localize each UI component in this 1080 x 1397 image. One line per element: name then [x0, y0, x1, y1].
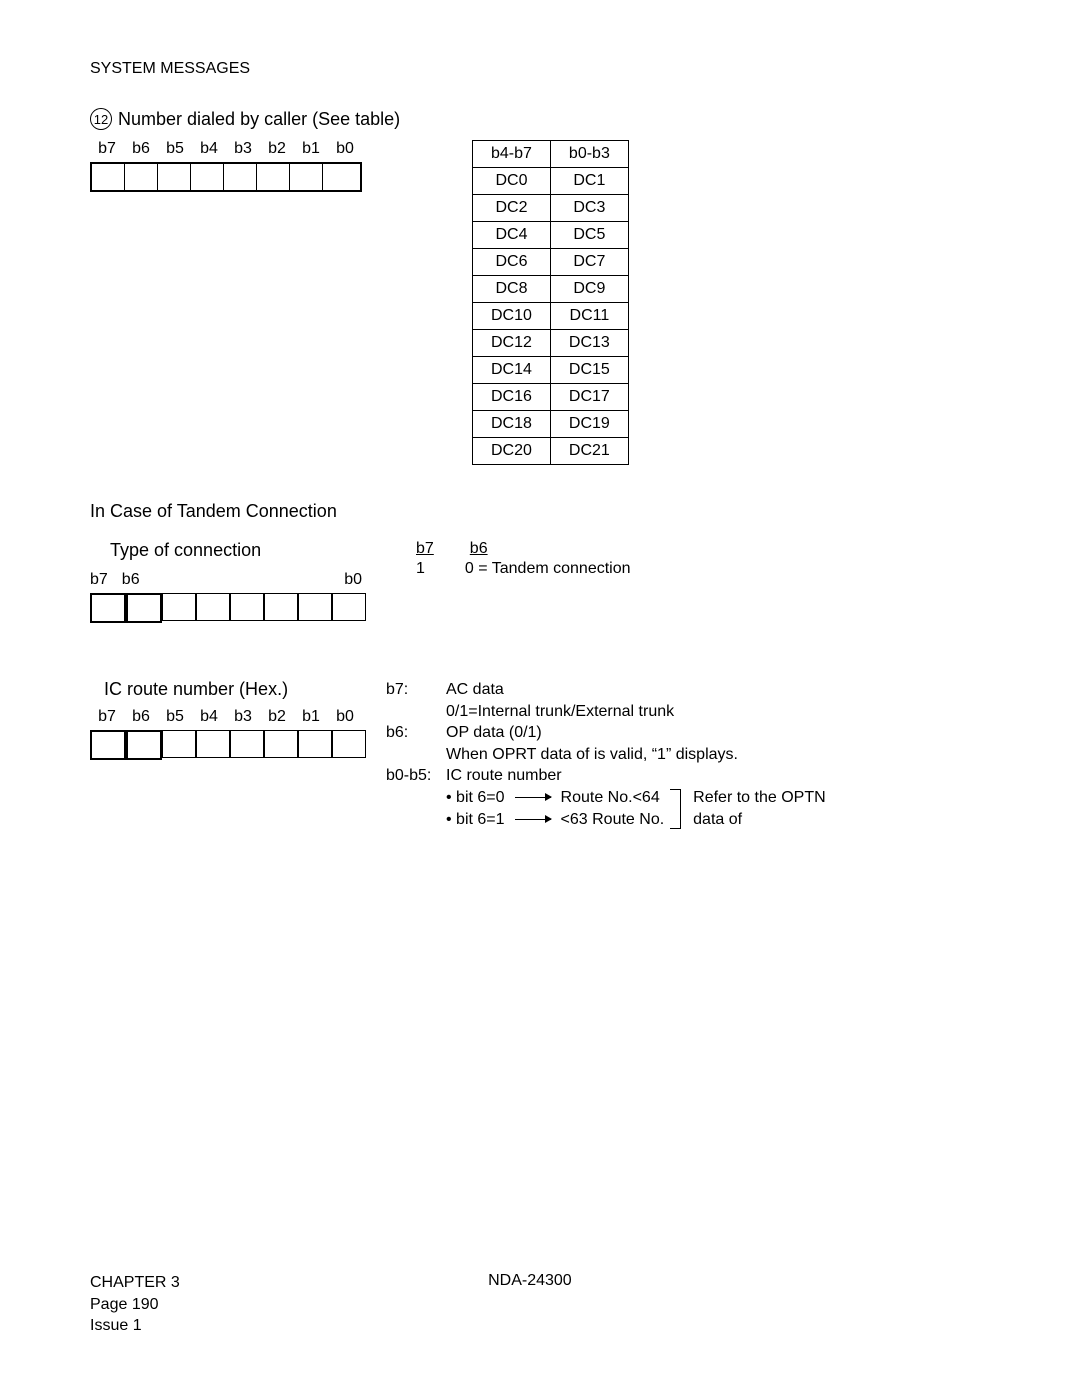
- bit-label: b6: [124, 708, 158, 726]
- tandem-heading: In Case of Tandem Connection: [90, 501, 990, 522]
- footer-page: Page 190: [90, 1294, 180, 1316]
- bit-label: b7: [90, 571, 108, 589]
- bit-label: b1: [294, 708, 328, 726]
- bracket-icon: [670, 789, 681, 829]
- bit-box-ic: [90, 730, 366, 760]
- ic-heading: IC route number (Hex.): [104, 679, 366, 700]
- bit-label: b5: [158, 140, 192, 158]
- bit-label: b5: [158, 708, 192, 726]
- bit-box: [90, 162, 362, 192]
- type-connection-block: Type of connection b7 b6 b0: [90, 540, 366, 623]
- b7-text: AC data: [446, 679, 504, 701]
- bullet-1b: Route No.<64: [561, 787, 660, 809]
- bit-label: b6: [122, 571, 140, 589]
- bit-label: b0: [328, 140, 362, 158]
- bullet-2a: • bit 6=1: [446, 809, 505, 831]
- b6-value: 0 = Tandem connection: [465, 560, 631, 578]
- bit-label: b2: [260, 708, 294, 726]
- b7-header: b7: [416, 540, 434, 558]
- bit-diagram-12: b7 b6 b5 b4 b3 b2 b1 b0: [90, 140, 362, 192]
- page-footer: CHAPTER 3 Page 190 Issue 1 NDA-24300: [90, 1272, 990, 1337]
- bit-label: b2: [260, 140, 294, 158]
- table-row: DC0DC1: [473, 168, 629, 195]
- b6-text: OP data (0/1): [446, 722, 542, 744]
- table-row: DC6DC7: [473, 249, 629, 276]
- table-row: DC10DC11: [473, 303, 629, 330]
- refer-text-1: Refer to the OPTN: [693, 787, 826, 809]
- arrow-icon: [515, 797, 551, 798]
- dc-head: b4-b7: [473, 141, 551, 168]
- ic-route-block: IC route number (Hex.) b7 b6 b5 b4 b3 b2…: [90, 679, 366, 760]
- section-12-text: Number dialed by caller (See table): [118, 109, 400, 130]
- bit-label: b4: [192, 140, 226, 158]
- bit-label: b0: [328, 708, 362, 726]
- table-row: DC14DC15: [473, 357, 629, 384]
- b7-label: b7:: [386, 679, 440, 701]
- footer-doc: NDA-24300: [488, 1272, 572, 1337]
- bit-label: b7: [90, 140, 124, 158]
- bit-box-tandem: [90, 593, 366, 623]
- b05-text: IC route number: [446, 765, 562, 787]
- b6-header: b6: [470, 540, 488, 558]
- table-row: DC18DC19: [473, 411, 629, 438]
- arrow-icon: [515, 819, 551, 820]
- table-row: b4-b7 b0-b3: [473, 141, 629, 168]
- bit-label: b0: [344, 571, 362, 589]
- footer-chapter: CHAPTER 3: [90, 1272, 180, 1294]
- ic-description: b7: AC data 0/1=Internal trunk/External t…: [386, 679, 826, 830]
- b6-label: b6:: [386, 722, 440, 744]
- bullet-2b: <63 Route No.: [561, 809, 665, 831]
- table-row: DC20DC21: [473, 438, 629, 465]
- bit-label: b6: [124, 140, 158, 158]
- b6-text-2: When OPRT data of is valid, “1” displays…: [446, 744, 826, 766]
- section-12-title: 12 Number dialed by caller (See table): [90, 108, 990, 130]
- footer-issue: Issue 1: [90, 1315, 180, 1337]
- bullet-1a: • bit 6=0: [446, 787, 505, 809]
- table-row: DC16DC17: [473, 384, 629, 411]
- dc-table: b4-b7 b0-b3 DC0DC1 DC2DC3 DC4DC5 DC6DC7 …: [472, 140, 629, 465]
- tandem-description: b7 b6 1 0 = Tandem connection: [416, 540, 631, 578]
- bit-label: b3: [226, 140, 260, 158]
- dc-head: b0-b3: [550, 141, 628, 168]
- type-connection-title: Type of connection: [110, 540, 366, 561]
- page-header: SYSTEM MESSAGES: [90, 60, 990, 78]
- bit-label: b3: [226, 708, 260, 726]
- table-row: DC8DC9: [473, 276, 629, 303]
- table-row: DC12DC13: [473, 330, 629, 357]
- bit-label: b7: [90, 708, 124, 726]
- refer-text-2: data of: [693, 809, 826, 831]
- b7-value: 1: [416, 560, 425, 578]
- bit-label: b4: [192, 708, 226, 726]
- table-row: DC4DC5: [473, 222, 629, 249]
- bit-label: b1: [294, 140, 328, 158]
- circled-12-icon: 12: [90, 108, 112, 130]
- table-row: DC2DC3: [473, 195, 629, 222]
- b7-text-2: 0/1=Internal trunk/External trunk: [446, 701, 826, 723]
- b05-label: b0-b5:: [386, 765, 440, 787]
